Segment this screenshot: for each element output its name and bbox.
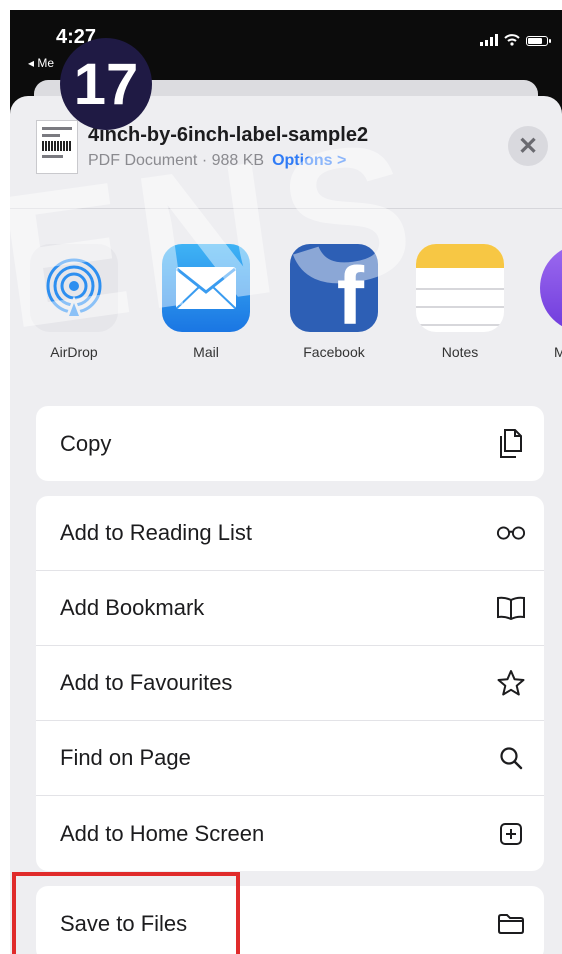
action-group-copy: Copy	[36, 406, 544, 481]
notes-icon	[416, 244, 504, 332]
search-icon	[496, 743, 526, 773]
phone-screen: 4:27 ◂ Me ENS 4inch-by-6inch-label-sampl…	[10, 10, 562, 954]
step-number-badge: 17	[60, 38, 152, 130]
airdrop-icon	[30, 244, 118, 332]
action-label: Save to Files	[60, 910, 188, 936]
star-icon	[496, 668, 526, 698]
app-label: Facebook	[303, 344, 365, 360]
plus-square-icon	[496, 819, 526, 849]
app-airdrop[interactable]: AirDrop	[24, 244, 124, 360]
facebook-icon: f	[290, 244, 378, 332]
app-label: Notes	[441, 344, 479, 360]
glasses-icon	[496, 518, 526, 548]
action-add-to-reading-list[interactable]: Add to Reading List	[36, 496, 544, 571]
book-icon	[496, 593, 526, 623]
app-label: M	[554, 344, 562, 360]
action-label: Add to Reading List	[60, 520, 253, 545]
action-find-on-page[interactable]: Find on Page	[36, 721, 544, 796]
document-meta: PDF Document · 988 KB Options >	[88, 152, 346, 170]
action-add-to-favourites[interactable]: Add to Favourites	[36, 646, 544, 721]
action-label: Add Bookmark	[60, 595, 205, 620]
action-add-bookmark[interactable]: Add Bookmark	[36, 571, 544, 646]
action-label: Find on Page	[60, 745, 191, 770]
mail-icon	[162, 244, 250, 332]
action-label: Add to Favourites	[60, 670, 233, 695]
app-notes[interactable]: Notes	[410, 244, 510, 360]
app-facebook[interactable]: f Facebook	[284, 244, 384, 360]
app-label: AirDrop	[50, 344, 98, 360]
cellular-signal-icon	[480, 34, 498, 46]
app-mail[interactable]: Mail	[156, 244, 256, 360]
share-sheet: ENS 4inch-by-6inch-label-sample2 PDF Doc…	[10, 96, 562, 954]
more-app-icon	[540, 244, 562, 332]
action-add-to-home-screen[interactable]: Add to Home Screen	[36, 796, 544, 871]
close-button[interactable]: ✕	[508, 126, 548, 166]
document-title: 4inch-by-6inch-label-sample2	[88, 124, 369, 146]
action-group-browser: Add to Reading List Add Bookmark Add to …	[36, 496, 544, 871]
action-label: Copy	[60, 430, 112, 456]
action-label: Add to Home Screen	[60, 820, 265, 846]
folder-icon	[496, 909, 526, 939]
document-thumbnail	[36, 120, 78, 174]
action-copy[interactable]: Copy	[36, 406, 544, 481]
options-link[interactable]: Options >	[272, 152, 346, 169]
system-icons	[480, 34, 551, 46]
share-apps-row: AirDrop Mail f Facebook Notes M	[10, 244, 562, 374]
app-more[interactable]: M	[536, 244, 562, 360]
back-to-app-link[interactable]: ◂ Me	[28, 56, 54, 70]
wifi-icon	[504, 34, 520, 46]
header-divider	[10, 208, 562, 209]
app-label: Mail	[193, 344, 219, 360]
document-type-size: PDF Document · 988 KB	[88, 152, 265, 169]
copy-icon	[496, 428, 526, 459]
action-group-files: Save to Files	[36, 886, 544, 954]
battery-icon	[526, 36, 551, 46]
action-save-to-files[interactable]: Save to Files	[36, 886, 544, 954]
